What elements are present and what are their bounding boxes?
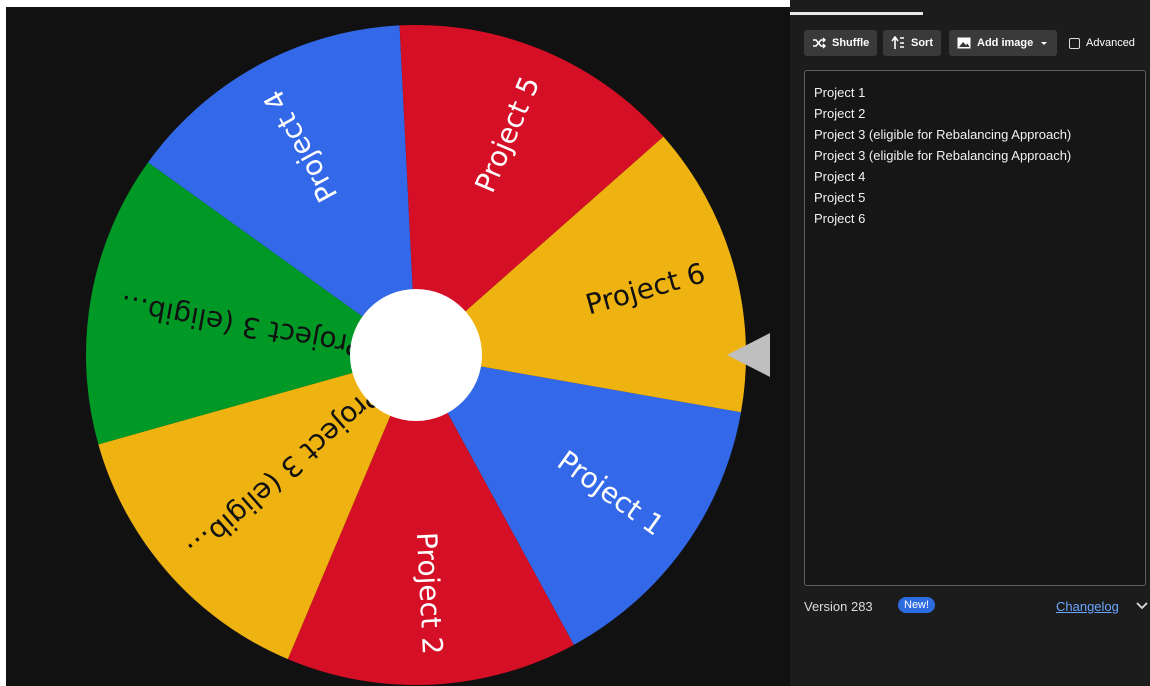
new-badge: New! (898, 597, 936, 613)
caret-down-icon (1039, 39, 1049, 47)
sort-label: Sort (911, 37, 933, 49)
shuffle-icon (812, 37, 826, 49)
active-tab-indicator (790, 12, 923, 15)
sort-icon (891, 36, 905, 50)
add-image-button[interactable]: Add image (949, 30, 1058, 56)
wheel-center-button[interactable] (350, 289, 482, 421)
wheel[interactable]: Project 1Project 2Project 3 (eligib…Proj… (6, 7, 790, 686)
entries-textarea[interactable]: Project 1 Project 2 Project 3 (eligible … (804, 70, 1146, 586)
wheel-area[interactable]: Project 1 Project 2 Project 3 (eligib… Proj… (6, 7, 790, 686)
shuffle-button[interactable]: Shuffle (804, 30, 878, 56)
entry-line: Project 5 (814, 190, 866, 205)
image-icon (957, 37, 971, 49)
shuffle-label: Shuffle (832, 37, 870, 49)
entries-panel: Shuffle Sort Add image Advanced Project … (790, 0, 1150, 686)
advanced-label: Advanced (1086, 37, 1135, 49)
entry-line: Project 3 (eligible for Rebalancing Appr… (814, 148, 1072, 163)
entry-line: Project 4 (814, 169, 866, 184)
advanced-toggle[interactable]: Advanced (1069, 30, 1135, 56)
advanced-checkbox[interactable] (1069, 37, 1080, 49)
entry-line: Project 1 (814, 85, 866, 100)
sort-button[interactable]: Sort (883, 30, 941, 56)
footer: Version 283 New! Changelog (804, 596, 1150, 618)
version-text: Version 283 (804, 599, 873, 614)
add-image-label: Add image (977, 37, 1034, 49)
changelog-link[interactable]: Changelog (1056, 599, 1119, 614)
entry-line: Project 6 (814, 211, 866, 226)
entry-line: Project 2 (814, 106, 866, 121)
wheel-segment-label: Project 2 (410, 531, 449, 655)
entry-line: Project 3 (eligible for Rebalancing Appr… (814, 127, 1072, 142)
chevron-down-icon[interactable] (1135, 599, 1149, 614)
